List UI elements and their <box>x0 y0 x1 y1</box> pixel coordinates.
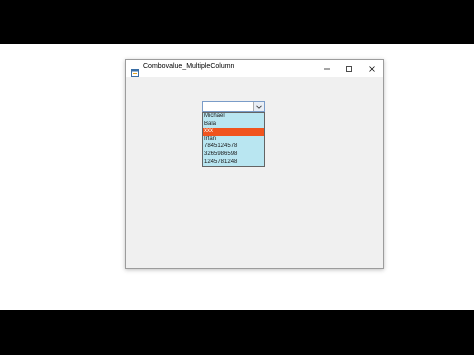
chevron-down-icon <box>256 105 262 109</box>
combobox-dropdown-list: Michael Bala xxx Irfan 7845124578 3265986598 1… <box>202 112 265 167</box>
video-letterbox-bottom <box>0 310 474 355</box>
form-icon <box>131 64 139 77</box>
app-window: Combovalue_MultipleColumn Michael Bala xxx <box>125 59 384 269</box>
dropdown-item[interactable]: Michael <box>203 113 264 121</box>
window-title: Combovalue_MultipleColumn <box>143 63 235 70</box>
video-letterbox-top <box>0 0 474 44</box>
close-button[interactable] <box>361 60 383 77</box>
dropdown-item[interactable]: 1245781248 <box>203 159 264 167</box>
dropdown-item[interactable]: Irfan <box>203 136 264 144</box>
title-bar[interactable]: Combovalue_MultipleColumn <box>126 60 383 77</box>
combobox-dropdown-button[interactable] <box>253 102 264 111</box>
dropdown-item[interactable]: 7845124578 <box>203 143 264 151</box>
minimize-button[interactable] <box>316 60 338 77</box>
multi-column-combobox[interactable] <box>202 101 265 112</box>
minimize-icon <box>324 68 330 69</box>
dropdown-item[interactable]: Bala <box>203 121 264 129</box>
maximize-button[interactable] <box>338 60 360 77</box>
close-icon <box>369 65 375 72</box>
dropdown-item[interactable]: 3265986598 <box>203 151 264 159</box>
maximize-icon <box>346 65 352 72</box>
dropdown-item[interactable]: xxx <box>203 128 264 136</box>
